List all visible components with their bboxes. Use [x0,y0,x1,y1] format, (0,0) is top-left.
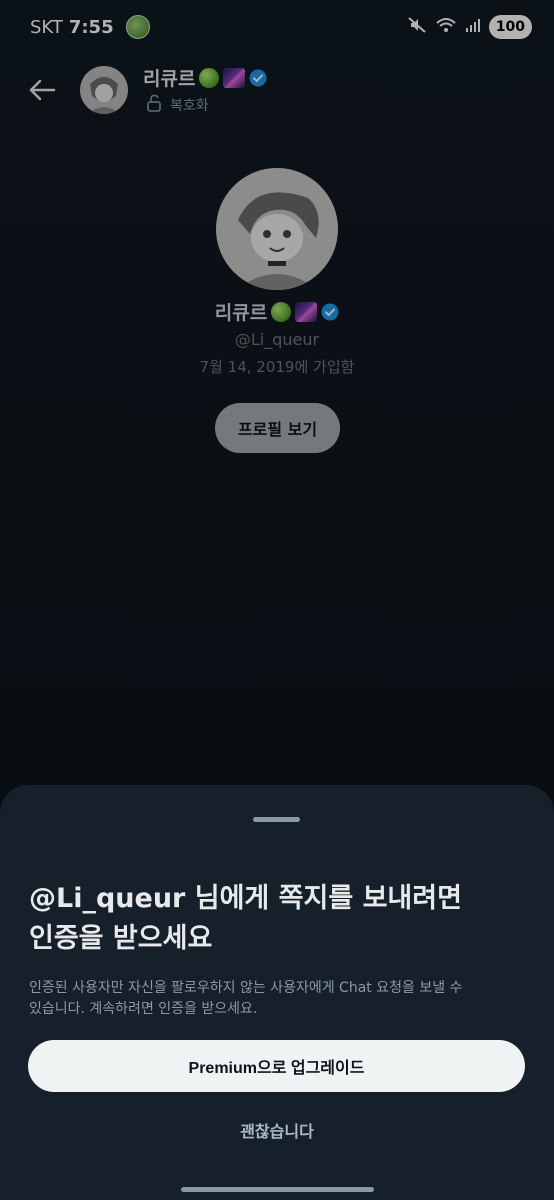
status-left: SKT 7:55 [30,15,150,39]
profile-joined-date: 7월 14, 2019에 가입함 [199,358,355,376]
unlock-icon [146,94,162,116]
sheet-description-line-2: 있습니다. 계속하려면 인증을 받으세요. [29,1001,258,1017]
sheet-title: @Li_queur 님에게 쪽지를 보내려면 인증을 받으세요 [29,879,525,959]
milky-way-emoji-icon [295,301,318,322]
carrier-label: SKT [30,16,63,38]
profile-avatar[interactable] [216,168,338,290]
dismiss-button[interactable]: 괜찮습니다 [0,1118,554,1142]
arrow-left-icon [28,78,56,106]
battery-indicator: 100 [488,15,532,39]
milky-way-emoji-icon [223,67,246,88]
sheet-title-line-1: @Li_queur 님에게 쪽지를 보내려면 [29,883,462,914]
header-avatar[interactable] [80,66,128,114]
back-button[interactable] [24,74,60,110]
verification-bottom-sheet: @Li_queur 님에게 쪽지를 보내려면 인증을 받으세요 인증된 사용자만… [0,785,554,1200]
sheet-description-line-1: 인증된 사용자만 자신을 팔로우하지 않는 사용자에게 Chat 요청을 보낼 … [29,980,463,996]
wifi-icon [435,16,457,39]
sheet-title-line-2: 인증을 받으세요 [29,923,213,954]
header-name-row[interactable]: 리큐르 [143,64,267,91]
header-name: 리큐르 [143,68,196,90]
app-notification-icon [125,15,150,39]
verified-badge-icon [249,69,267,87]
upgrade-premium-button[interactable]: Premium으로 업그레이드 [28,1040,525,1092]
clock: 7:55 [68,16,114,38]
mute-icon [407,15,427,40]
verified-badge-icon [321,303,339,321]
status-right: 100 [407,15,532,40]
green-apple-emoji-icon [271,301,292,322]
home-indicator[interactable] [181,1187,374,1192]
signal-icon [465,17,481,38]
view-profile-button[interactable]: 프로필 보기 [215,403,340,453]
conversation-header: 리큐르 복호화 [0,62,554,122]
sheet-drag-handle[interactable] [253,817,300,822]
green-apple-emoji-icon [199,67,220,88]
chat-screen: SKT 7:55 100 리큐르 복호화 리큐르 @Li_queur 7월 14… [0,0,554,1200]
sheet-description: 인증된 사용자만 자신을 팔로우하지 않는 사용자에게 Chat 요청을 보낼 … [29,978,520,1020]
profile-handle: @Li_queur [234,330,320,349]
encryption-label: 복호화 [170,98,209,114]
status-bar: SKT 7:55 100 [0,0,554,54]
encryption-status: 복호화 [146,94,209,116]
profile-name-row: 리큐르 [0,298,554,325]
profile-name: 리큐르 [214,302,268,324]
